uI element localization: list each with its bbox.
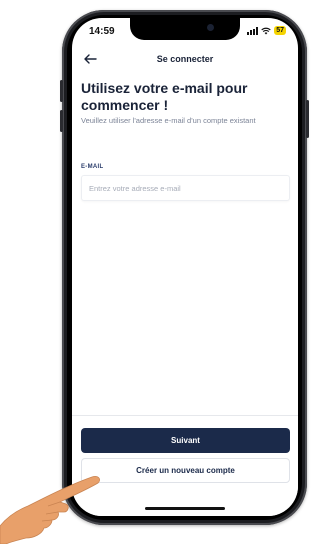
battery-icon: 57 <box>274 26 286 35</box>
nav-title: Se connecter <box>156 54 214 64</box>
power-button <box>306 100 309 138</box>
notch <box>130 18 240 40</box>
status-time: 14:59 <box>89 26 115 37</box>
signal-icon <box>247 26 259 35</box>
create-account-button[interactable]: Créer un nouveau compte <box>81 458 290 483</box>
email-input[interactable] <box>82 176 289 200</box>
wifi-icon <box>261 27 271 34</box>
app-screen: 14:59 57 Se connecter Utilisez votre e-m… <box>72 18 298 516</box>
page-title: Utilisez votre e-mail pour commencer ! <box>81 80 248 113</box>
page-subtitle: Veuillez utiliser l'adresse e-mail d'un … <box>81 116 256 125</box>
camera-icon <box>207 24 214 31</box>
email-field[interactable] <box>81 175 290 201</box>
home-indicator <box>145 507 225 510</box>
volume-button <box>60 80 63 102</box>
next-button[interactable]: Suivant <box>81 428 290 453</box>
nav-bar: Se connecter <box>72 50 298 70</box>
email-label: E-MAIL <box>81 164 104 170</box>
pointing-hand-icon <box>0 476 100 544</box>
status-icons: 57 <box>247 26 286 35</box>
volume-button-lower <box>60 110 63 132</box>
